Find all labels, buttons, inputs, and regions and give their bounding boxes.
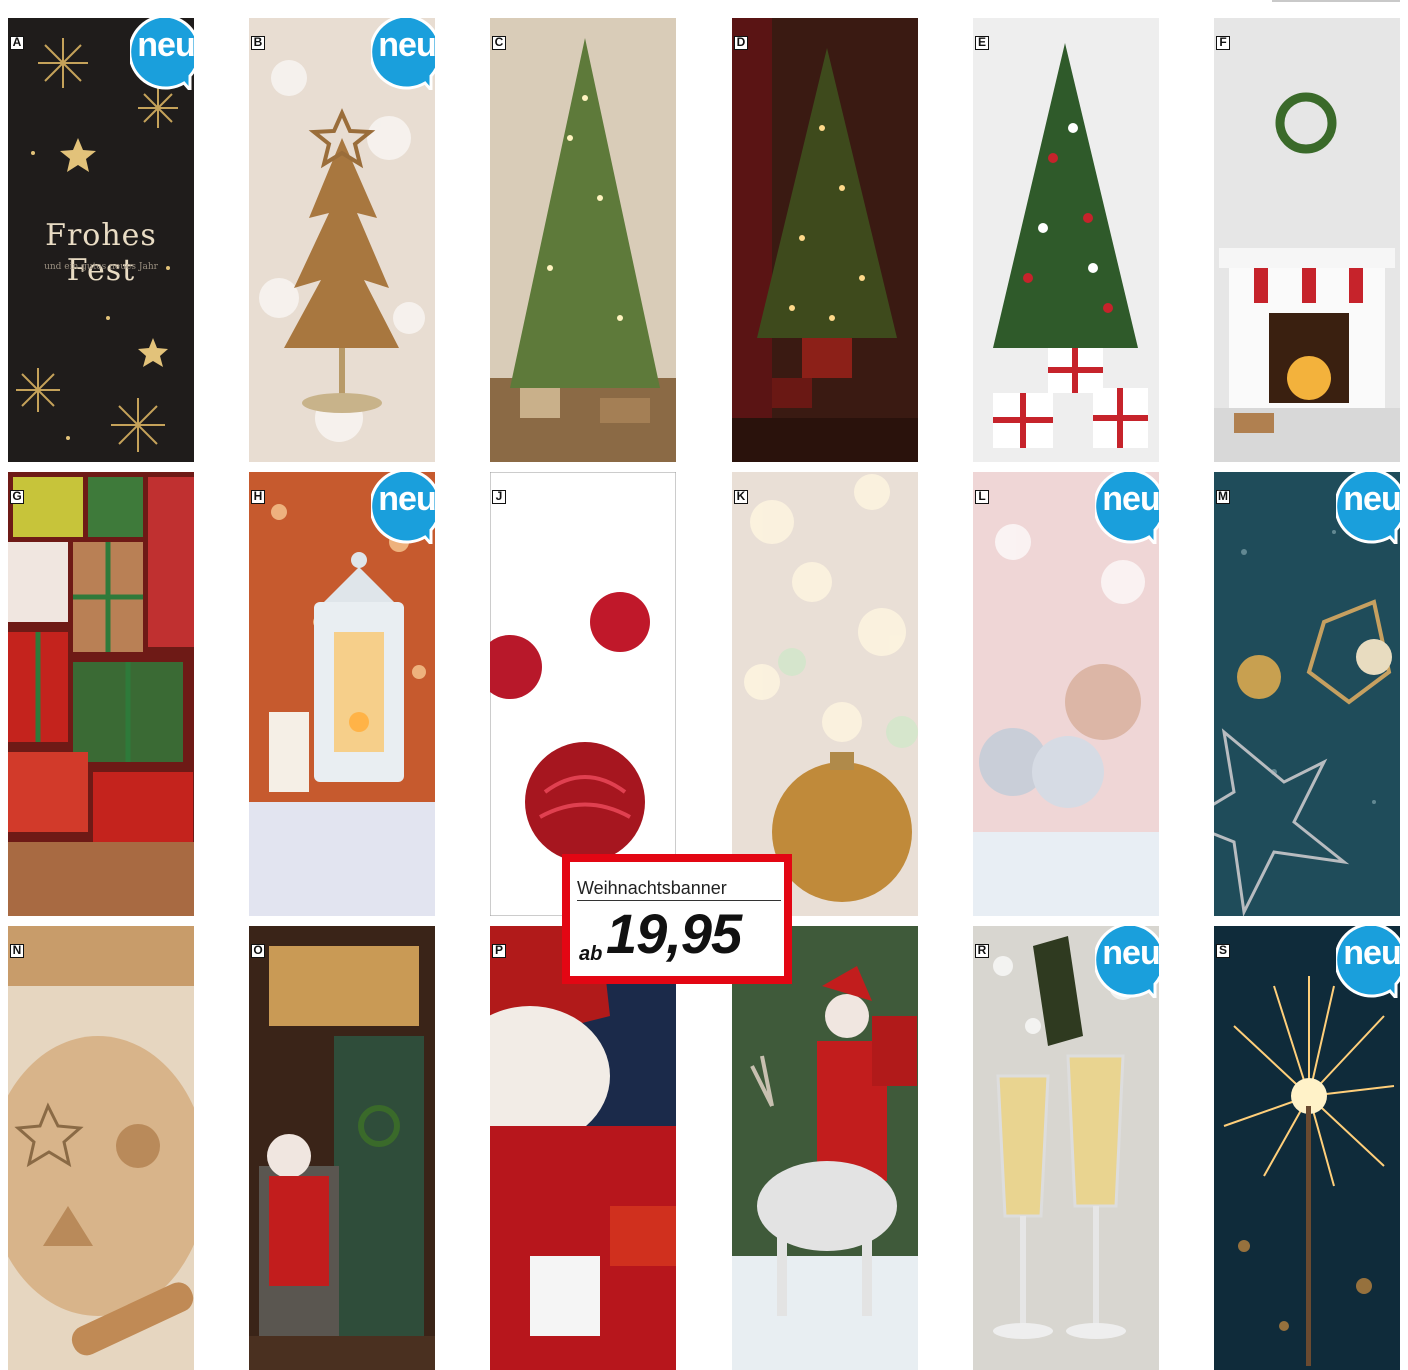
banner-letter: C: [492, 36, 506, 50]
banner-a-subline: und ein gutes neues Jahr: [44, 262, 158, 272]
neu-badge: neu: [128, 18, 194, 95]
banner-j: J: [490, 472, 676, 916]
banner-letter: G: [10, 490, 24, 504]
banner-b: Bneu: [249, 18, 435, 462]
banner-d: D: [732, 18, 918, 462]
banner-f: F: [1214, 18, 1400, 462]
banner-q: Q: [732, 926, 918, 1370]
banner-letter: B: [251, 36, 265, 50]
banner-a: Frohes Fest und ein gutes neues Jahr Aneu: [8, 18, 194, 462]
banner-l: Lneu: [973, 472, 1159, 916]
price-prefix: ab: [579, 943, 603, 965]
banner-p: P: [490, 926, 676, 1370]
banner-c: C: [490, 18, 676, 462]
banner-letter: D: [734, 36, 748, 50]
neu-badge-label: neu: [378, 480, 435, 518]
banner-letter: O: [251, 944, 265, 958]
neu-badge: neu: [1093, 926, 1159, 1003]
banner-grid: Frohes Fest und ein gutes neues Jahr Aneu …: [0, 0, 1408, 1370]
neu-badge-label: neu: [378, 26, 435, 64]
banner-c-image: [490, 18, 676, 462]
neu-badge: neu: [1334, 472, 1400, 549]
banner-a-headline: Frohes Fest: [45, 218, 157, 288]
banner-f-image: [1214, 18, 1400, 462]
banner-o: O: [249, 926, 435, 1370]
neu-badge: neu: [1334, 926, 1400, 1003]
banner-letter: R: [975, 944, 989, 958]
price-tag: Weihnachtsbanner ab 19,95: [562, 854, 792, 984]
neu-badge: neu: [369, 18, 435, 95]
banner-e: E: [973, 18, 1159, 462]
banner-letter: H: [251, 490, 265, 504]
neu-badge-label: neu: [1343, 934, 1400, 972]
neu-badge-label: neu: [1102, 480, 1159, 518]
banner-letter: E: [975, 36, 989, 50]
price-value: 19,95: [606, 902, 742, 965]
neu-badge: neu: [1093, 472, 1159, 549]
neu-badge: neu: [369, 472, 435, 549]
banner-r: Rneu: [973, 926, 1159, 1370]
price-label: Weihnachtsbanner: [577, 878, 727, 898]
banner-letter: S: [1216, 944, 1230, 958]
banner-n: N: [8, 926, 194, 1370]
banner-k-image: [732, 472, 918, 916]
banner-m: Mneu: [1214, 472, 1400, 916]
banner-letter: F: [1216, 36, 1230, 50]
banner-d-image: [732, 18, 918, 462]
banner-letter: A: [10, 36, 24, 50]
banner-letter: N: [10, 944, 24, 958]
neu-badge-label: neu: [137, 26, 194, 64]
banner-k: K: [732, 472, 918, 916]
banner-j-image: [490, 472, 676, 916]
banner-letter: P: [492, 944, 506, 958]
banner-h: Hneu: [249, 472, 435, 916]
banner-letter: M: [1216, 489, 1230, 504]
banner-g-image: [8, 472, 194, 916]
price-divider: [577, 900, 781, 901]
banner-letter: J: [492, 490, 506, 504]
banner-o-image: [249, 926, 435, 1370]
banner-s: Sneu: [1214, 926, 1400, 1370]
neu-badge-label: neu: [1102, 934, 1159, 972]
banner-g: G: [8, 472, 194, 916]
banner-e-image: [973, 18, 1159, 462]
neu-badge-label: neu: [1343, 480, 1400, 518]
banner-n-image: [8, 926, 194, 1370]
price-tag-inner: Weihnachtsbanner ab 19,95: [570, 862, 784, 976]
banner-letter: L: [975, 490, 989, 504]
banner-letter: K: [734, 490, 748, 504]
banner-q-image: [732, 926, 918, 1370]
banner-p-image: [490, 926, 676, 1370]
